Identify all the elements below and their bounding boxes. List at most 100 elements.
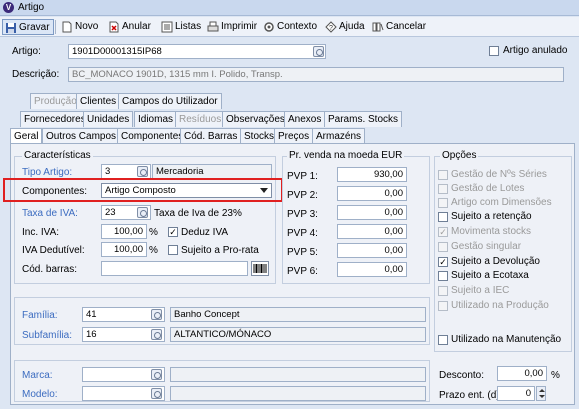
desconto-pct: %: [551, 370, 560, 381]
opcao-movimenta-stocks-checkbox[interactable]: ✓: [438, 227, 448, 237]
pvp4-input[interactable]: 0,00: [337, 224, 407, 239]
opcao-ecotaxa-label: Sujeito a Ecotaxa: [451, 270, 529, 281]
save-button[interactable]: Gravar: [2, 19, 54, 35]
help-button[interactable]: ? Ajuda: [325, 19, 365, 35]
tab-componentes[interactable]: Componentes: [117, 128, 188, 144]
barcode-icon[interactable]: [251, 261, 269, 276]
opcao-series-checkbox[interactable]: [438, 170, 448, 180]
componentes-select[interactable]: Artigo Composto: [101, 183, 272, 198]
iva-dedutivel-pct: %: [149, 245, 158, 256]
pvp3-label: PVP 3:: [287, 209, 318, 220]
caracteristicas-title: Características: [22, 150, 93, 161]
void-icon: [109, 21, 119, 33]
familia-desc: Banho Concept: [170, 307, 426, 322]
tab-row-2: Fornecedores Unidades Idiomas Resíduos O…: [20, 111, 540, 127]
deduz-iva-checkbox[interactable]: ✓: [168, 227, 178, 237]
pvp1-input[interactable]: 930,00: [337, 167, 407, 182]
new-button[interactable]: Novo: [61, 19, 98, 35]
opcao-manutencao-label: Utilizado na Manutenção: [451, 334, 562, 345]
context-label: Contexto: [277, 21, 318, 32]
lists-button[interactable]: Listas: [161, 19, 201, 35]
opcao-manutencao-checkbox[interactable]: [438, 335, 448, 345]
precos-title: Pr. venda na moeda EUR: [287, 150, 405, 161]
chevron-down-icon[interactable]: [260, 188, 268, 193]
tab-precos[interactable]: Preços: [274, 128, 314, 144]
title-bar: V Artigo: [0, 0, 579, 16]
opcao-retencao-checkbox[interactable]: [438, 212, 448, 222]
tab-unidades[interactable]: Unidades: [83, 111, 134, 127]
print-button[interactable]: Imprimir: [207, 19, 257, 35]
window-title: Artigo: [18, 2, 45, 13]
inc-iva-pct: %: [149, 227, 158, 238]
cancel-label: Cancelar: [386, 21, 427, 32]
opcao-dimensoes-checkbox[interactable]: [438, 198, 448, 208]
iva-dedutivel-input[interactable]: 100,00: [101, 242, 147, 257]
artigo-lookup-icon[interactable]: [313, 46, 324, 57]
pro-rata-checkbox[interactable]: [168, 245, 178, 255]
tab-producao[interactable]: Produção: [30, 93, 81, 109]
svg-text:?: ?: [329, 25, 333, 32]
pvp3-input[interactable]: 0,00: [337, 205, 407, 220]
tipo-artigo-lookup-icon[interactable]: [137, 166, 148, 177]
opcao-lotes-checkbox[interactable]: [438, 184, 448, 194]
opcao-producao-label: Utilizado na Produção: [451, 300, 549, 311]
toolbar: Gravar Novo Anular Listas Imprimir Conte…: [0, 17, 579, 37]
pro-rata-label: Sujeito a Pro-rata: [181, 245, 259, 256]
opcao-gestao-singular-checkbox[interactable]: [438, 242, 448, 252]
cod-barras-input[interactable]: [101, 261, 248, 276]
modelo-lookup-icon[interactable]: [151, 388, 162, 399]
help-icon: ?: [325, 21, 337, 33]
inc-iva-input[interactable]: 100,00: [101, 224, 147, 239]
artigo-input[interactable]: 1901D00001315IP68: [68, 44, 326, 59]
marca-label: Marca:: [22, 370, 53, 381]
opcao-ecotaxa-checkbox[interactable]: [438, 271, 448, 281]
subfamilia-lookup-icon[interactable]: [151, 329, 162, 340]
artigo-anulado-label: Artigo anulado: [503, 45, 568, 56]
save-icon: [6, 23, 16, 33]
descricao-label: Descrição:: [12, 69, 60, 80]
tab-outros-campos[interactable]: Outros Campos: [42, 128, 121, 144]
opcao-dimensoes-label: Artigo com Dimensões: [451, 197, 552, 208]
taxa-iva-lookup-icon[interactable]: [137, 207, 148, 218]
tab-armazens[interactable]: Armazéns: [312, 128, 366, 144]
opcao-lotes-label: Gestão de Lotes: [451, 183, 525, 194]
prazo-input[interactable]: 0: [497, 386, 535, 401]
tab-fornecedores[interactable]: Fornecedores: [20, 111, 90, 127]
opcao-movimenta-stocks-label: Movimenta stocks: [451, 226, 532, 237]
modelo-label: Modelo:: [22, 389, 58, 400]
tab-idiomas[interactable]: Idiomas: [134, 111, 178, 127]
pvp6-label: PVP 6:: [287, 266, 318, 277]
opcao-devolucao-checkbox[interactable]: ✓: [438, 257, 448, 267]
tab-stocks[interactable]: Stocks: [240, 128, 279, 144]
tab-campos-utilizador[interactable]: Campos do Utilizador: [118, 93, 222, 109]
cancel-record-button[interactable]: Anular: [108, 19, 151, 35]
pvp6-input[interactable]: 0,00: [337, 262, 407, 277]
inc-iva-label: Inc. IVA:: [22, 227, 60, 238]
new-document-icon: [62, 21, 72, 33]
opcao-iec-checkbox[interactable]: [438, 286, 448, 296]
pvp5-input[interactable]: 0,00: [337, 243, 407, 258]
opcao-iec-label: Sujeito a IEC: [451, 285, 510, 296]
tab-anexos[interactable]: Anexos: [284, 111, 326, 127]
opcao-producao-checkbox[interactable]: [438, 301, 448, 311]
tab-params-stocks[interactable]: Params. Stocks: [324, 111, 403, 127]
tab-clientes[interactable]: Clientes: [76, 93, 121, 109]
help-label: Ajuda: [339, 21, 365, 32]
pvp2-input[interactable]: 0,00: [337, 186, 407, 201]
new-label: Novo: [75, 21, 99, 32]
descricao-input[interactable]: BC_MONACO 1901D, 1315 mm I. Polido, Tran…: [68, 67, 564, 82]
artigo-anulado-checkbox[interactable]: [489, 46, 499, 56]
prazo-label: Prazo ent. (d):: [439, 390, 503, 401]
prazo-spinner[interactable]: [536, 386, 546, 401]
tab-residuos[interactable]: Resíduos: [175, 111, 226, 127]
marca-lookup-icon[interactable]: [151, 369, 162, 380]
tab-cod-barras[interactable]: Cód. Barras: [180, 128, 242, 144]
familia-lookup-icon[interactable]: [151, 309, 162, 320]
familia-label: Família:: [22, 310, 58, 321]
context-button[interactable]: Contexto: [263, 19, 317, 35]
opcao-series-label: Gestão de Nºs Séries: [451, 169, 547, 180]
tab-observacoes[interactable]: Observações: [222, 111, 289, 127]
desconto-input[interactable]: 0,00: [497, 366, 547, 381]
gear-icon: [264, 22, 274, 32]
cancel-button[interactable]: Cancelar: [372, 19, 426, 35]
